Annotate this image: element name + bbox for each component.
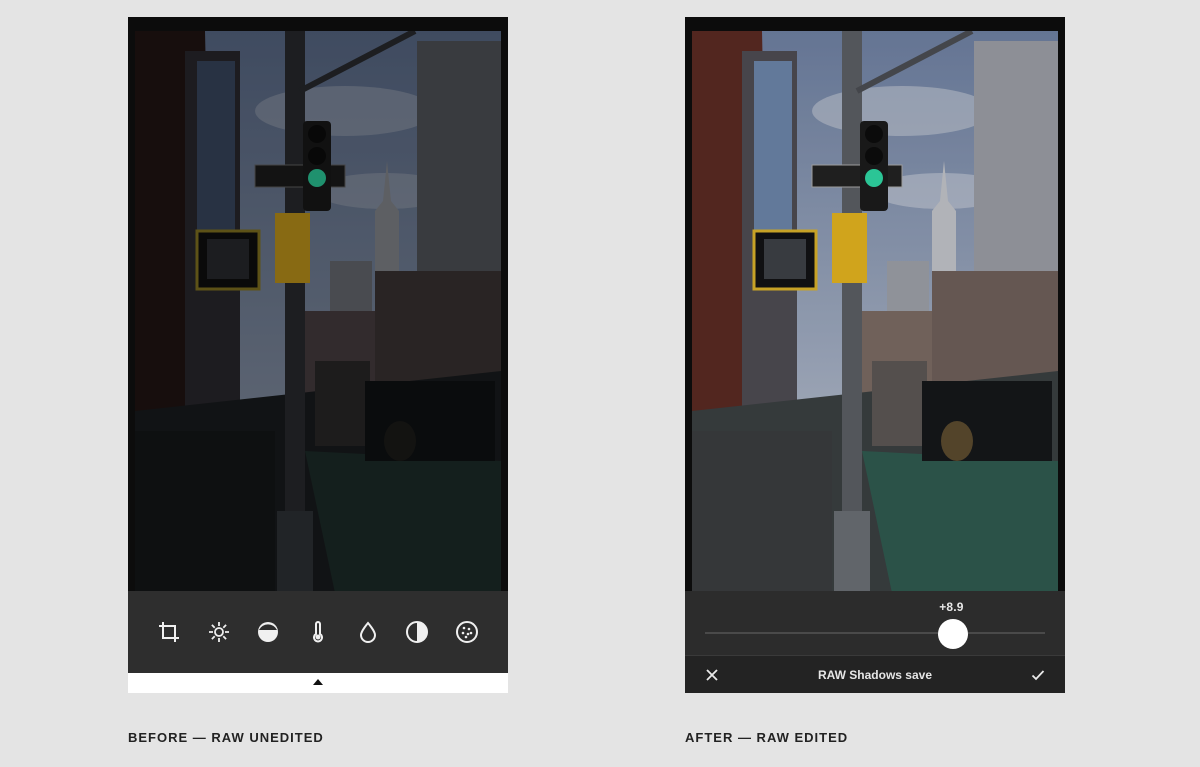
edit-toolbar [128, 591, 508, 673]
after-phone-screen: +8.9 RAW Shadows save [685, 17, 1065, 693]
tool-name-label: RAW Shadows save [817, 667, 933, 682]
adjust-panel: +8.9 RAW Shadows save [685, 591, 1065, 693]
close-icon[interactable] [701, 664, 723, 686]
after-caption: AFTER — RAW EDITED [685, 730, 849, 745]
adjust-action-bar: RAW Shadows save [685, 655, 1065, 693]
slider-track[interactable] [705, 632, 1045, 634]
before-phone-screen [128, 17, 508, 693]
crop-icon[interactable] [155, 618, 183, 646]
slider-thumb[interactable] [938, 619, 969, 649]
shadows-half-circle-icon[interactable] [254, 618, 282, 646]
checkmark-icon[interactable] [1027, 664, 1049, 686]
shadows-slider[interactable] [705, 619, 1045, 649]
street-photo-before [135, 31, 501, 593]
toolbar-tray-handle[interactable] [128, 673, 508, 693]
street-photo-after [692, 31, 1058, 593]
slider-value-label: +8.9 [939, 600, 964, 614]
exposure-sun-icon[interactable] [205, 618, 233, 646]
before-caption: BEFORE — RAW UNEDITED [128, 730, 324, 745]
before-photo [135, 31, 501, 593]
saturation-drop-icon[interactable] [354, 618, 382, 646]
contrast-icon[interactable] [403, 618, 431, 646]
grain-icon[interactable] [453, 618, 481, 646]
after-photo [692, 31, 1058, 593]
caret-up-icon [313, 679, 323, 685]
temperature-thermometer-icon[interactable] [304, 618, 332, 646]
